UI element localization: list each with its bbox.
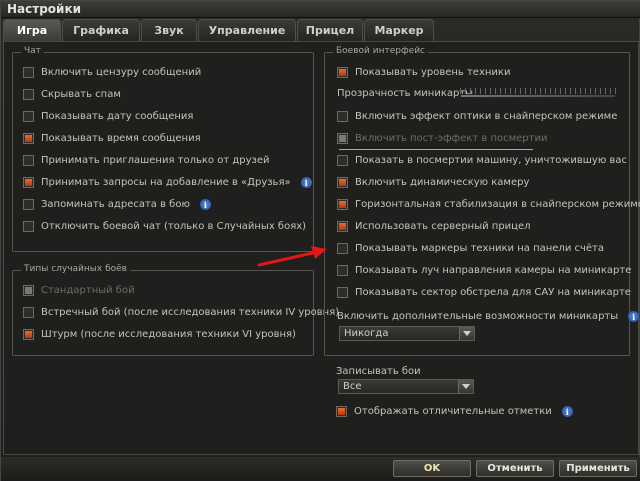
- option-spg-sector[interactable]: Показывать сектор обстрела для САУ на ми…: [337, 287, 640, 298]
- option-camera-ray[interactable]: Показывать луч направления камеры на мин…: [337, 265, 640, 276]
- tab-graphics[interactable]: Графика: [62, 19, 140, 41]
- checkbox[interactable]: [23, 329, 34, 340]
- option-show-killer[interactable]: Показать в посмертии машину, уничтожившу…: [337, 155, 627, 166]
- title-bar: Настройки: [1, 1, 640, 18]
- checkbox[interactable]: [23, 111, 34, 122]
- checkbox[interactable]: [23, 199, 34, 210]
- tab-controls[interactable]: Управление: [198, 19, 296, 41]
- replays-value: Все: [343, 381, 362, 392]
- battle-interface-panel: Боевой интерфейс Показывать уровень техн…: [324, 46, 640, 356]
- checkbox[interactable]: [337, 243, 348, 254]
- battle-type-assault[interactable]: Штурм (после исследования техники VI уро…: [23, 329, 296, 340]
- tab-bar: Игра Графика Звук Управление Прицел Марк…: [3, 19, 435, 41]
- tab-sight[interactable]: Прицел: [297, 19, 363, 41]
- chevron-down-icon[interactable]: [459, 327, 474, 340]
- chat-panel: Чат Включить цензуру сообщений Скрывать …: [12, 46, 314, 252]
- ok-button[interactable]: OK: [393, 460, 471, 477]
- replays-label: Записывать бои: [336, 366, 421, 377]
- chat-option-remember-recipient[interactable]: Запоминать адресата в бою i: [23, 199, 211, 210]
- checkbox[interactable]: [337, 199, 348, 210]
- option-score-panel-markers[interactable]: Показывать маркеры техники на панели счё…: [337, 243, 604, 254]
- tab-game[interactable]: Игра: [3, 19, 61, 41]
- checkbox[interactable]: [337, 155, 348, 166]
- chat-option-friend-requests[interactable]: Принимать запросы на добавление в «Друзь…: [23, 177, 312, 188]
- checkbox[interactable]: [23, 155, 34, 166]
- checkbox[interactable]: [337, 265, 348, 276]
- minimap-extra-value: Никогда: [344, 328, 389, 339]
- checkbox: [23, 285, 34, 296]
- apply-button[interactable]: Применить: [559, 460, 637, 477]
- minimap-extra-select[interactable]: Никогда: [339, 326, 475, 341]
- chat-option-invites-friends[interactable]: Принимать приглашения только от друзей: [23, 155, 270, 166]
- checkbox[interactable]: [336, 406, 347, 417]
- footer-bar: OK Отменить Применить: [1, 457, 640, 481]
- tab-marker[interactable]: Маркер: [364, 19, 434, 41]
- checkbox[interactable]: [23, 133, 34, 144]
- chat-option-censor[interactable]: Включить цензуру сообщений: [23, 67, 201, 78]
- option-show-tier[interactable]: Показывать уровень техники: [337, 67, 510, 78]
- chat-option-show-time[interactable]: Показывать время сообщения: [23, 133, 201, 144]
- chat-option-hide-spam[interactable]: Скрывать спам: [23, 89, 121, 100]
- checkbox[interactable]: [23, 67, 34, 78]
- checkbox: [337, 133, 348, 144]
- cancel-button[interactable]: Отменить: [476, 460, 554, 477]
- minimap-opacity-slider[interactable]: [460, 94, 616, 98]
- checkbox[interactable]: [337, 67, 348, 78]
- highlight-underline: [339, 149, 533, 150]
- battle-interface-panel-title: Боевой интерфейс: [333, 46, 428, 56]
- option-server-reticle[interactable]: Использовать серверный прицел: [337, 221, 531, 232]
- chat-option-disable-battle-chat[interactable]: Отключить боевой чат (только в Случайных…: [23, 221, 306, 232]
- battle-type-standard: Стандартный бой: [23, 285, 135, 296]
- info-icon[interactable]: i: [561, 406, 573, 417]
- replays-select[interactable]: Все: [338, 379, 474, 394]
- info-icon[interactable]: i: [628, 311, 640, 322]
- checkbox[interactable]: [23, 89, 34, 100]
- checkbox[interactable]: [337, 221, 348, 232]
- chat-panel-title: Чат: [21, 46, 44, 56]
- red-arrow-annotation: [257, 246, 327, 267]
- checkbox[interactable]: [23, 221, 34, 232]
- info-icon[interactable]: i: [199, 199, 211, 210]
- battle-types-panel-title: Типы случайных боёв: [21, 264, 130, 274]
- window-title: Настройки: [7, 2, 82, 16]
- checkbox[interactable]: [337, 287, 348, 298]
- checkbox[interactable]: [337, 111, 348, 122]
- option-dynamic-camera[interactable]: Включить динамическую камеру: [337, 177, 529, 188]
- battle-type-encounter[interactable]: Встречный бой (после исследования техник…: [23, 307, 339, 318]
- checkbox[interactable]: [23, 177, 34, 188]
- checkbox[interactable]: [337, 177, 348, 188]
- settings-window: Настройки Игра Графика Звук Управление П…: [0, 0, 640, 481]
- info-icon[interactable]: i: [300, 177, 312, 188]
- option-sniper-optics[interactable]: Включить эффект оптики в снайперском реж…: [337, 111, 617, 122]
- option-distinction-marks[interactable]: Отображать отличительные отметки i: [336, 406, 573, 417]
- minimap-extra-label: Включить дополнительные возможности мини…: [337, 311, 640, 322]
- option-horizontal-stabilization[interactable]: Горизонтальная стабилизация в снайперско…: [337, 199, 640, 210]
- checkbox[interactable]: [23, 307, 34, 318]
- option-post-effect: Включить пост-эффект в посмертии: [337, 133, 547, 144]
- chat-option-show-date[interactable]: Показывать дату сообщения: [23, 111, 193, 122]
- chevron-down-icon[interactable]: [458, 380, 473, 393]
- tab-sound[interactable]: Звук: [141, 19, 197, 41]
- battle-types-panel: Типы случайных боёв Стандартный бой Встр…: [12, 264, 339, 356]
- minimap-opacity-label: Прозрачность миникарты: [337, 88, 474, 99]
